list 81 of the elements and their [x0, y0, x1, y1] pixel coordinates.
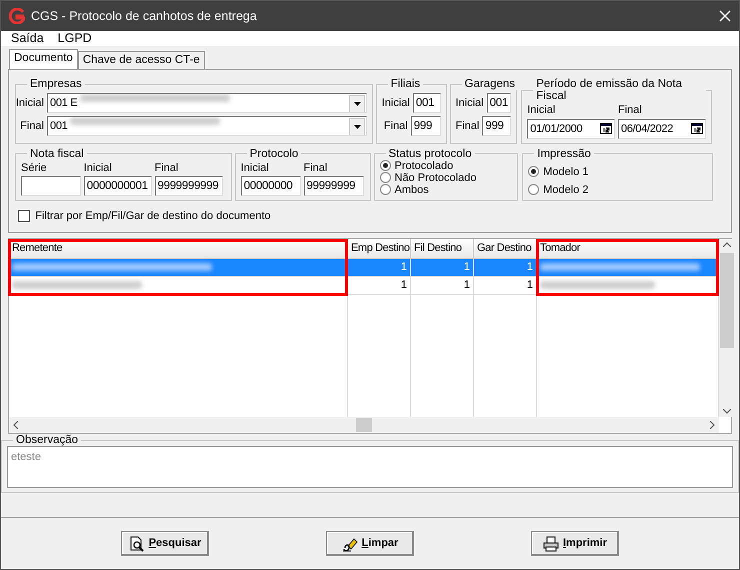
text-field[interactable] — [21, 176, 81, 196]
calendar-icon — [691, 123, 703, 134]
dropdown-field[interactable]: 001 — [47, 116, 367, 136]
radio-button[interactable]: Ambos — [380, 184, 512, 196]
text-field[interactable]: 001 — [486, 93, 510, 113]
field-label: Inicial — [84, 160, 113, 176]
table-cell: 1 — [348, 259, 411, 277]
search-icon — [128, 536, 145, 552]
group-title: Status protocolo — [388, 148, 473, 160]
menu-item[interactable]: Saída — [11, 31, 44, 46]
group-title: Garagens — [464, 78, 516, 90]
text-area: eteste — [7, 446, 733, 488]
horizontal-scrollbar[interactable] — [9, 417, 719, 433]
field-label: Final — [384, 118, 408, 134]
field-value: 001 E — [50, 96, 78, 111]
group-title: Impressão — [536, 148, 592, 160]
group-title: Empresas — [29, 78, 83, 90]
button[interactable]: Imprimir — [531, 531, 619, 556]
group-title: Nota fiscal — [29, 148, 85, 160]
radio-button[interactable]: Modelo 2 — [528, 184, 708, 196]
eraser-icon — [342, 536, 358, 552]
field-label: Final — [304, 160, 328, 176]
radio-button[interactable]: Não Protocolado — [380, 172, 512, 184]
text-field[interactable]: 99999999 — [304, 176, 364, 196]
text-field[interactable]: 001 — [412, 93, 441, 113]
scroll-up-icon — [723, 242, 731, 247]
button[interactable]: Limpar — [326, 531, 414, 556]
group-title: Protocolo — [248, 148, 300, 160]
field-label: Final — [20, 118, 44, 134]
group-title: Período de emissão da Nota Fiscal — [535, 78, 684, 102]
table-cell: 1 — [348, 277, 411, 295]
group-title: Observação — [15, 434, 80, 446]
button[interactable]: Pesquisar — [121, 531, 209, 556]
tab[interactable]: Documento — [9, 49, 78, 69]
table-cell: 1 — [411, 277, 474, 295]
tab[interactable]: Chave de acesso CT-e — [78, 51, 205, 69]
calendar-icon — [600, 123, 612, 134]
field-label: Final — [456, 118, 480, 134]
field-label: Inicial — [240, 160, 270, 176]
vertical-scrollbar[interactable] — [719, 239, 735, 417]
menu-item[interactable]: LGPD — [58, 31, 92, 46]
scroll-down-icon — [723, 409, 731, 414]
table-cell: 1 — [474, 259, 537, 277]
window-title: CGS - Protocolo de canhotos de entrega — [31, 8, 258, 25]
field-label: Inicial — [382, 96, 410, 111]
column-header[interactable]: Gar Destino — [474, 239, 537, 259]
text-field[interactable]: 0000000001 — [84, 176, 152, 196]
radio-button[interactable]: Modelo 1 — [528, 166, 708, 178]
printer-icon — [542, 536, 559, 552]
logo-icon — [9, 8, 25, 24]
dropdown-arrow-icon — [354, 102, 360, 106]
text-field[interactable]: 999 — [482, 116, 510, 136]
field-value: 01/01/2000 — [530, 122, 584, 136]
scroll-right-icon — [710, 421, 715, 429]
group-title: Filiais — [390, 78, 422, 90]
field-label: Inicial — [527, 103, 556, 118]
dropdown-field[interactable]: 001 E — [47, 93, 367, 113]
field-label: Final — [618, 103, 643, 118]
close-button[interactable] — [719, 10, 731, 22]
text-field[interactable]: 9999999999 — [154, 176, 222, 196]
dropdown-arrow-icon — [354, 125, 360, 129]
column-header[interactable]: Emp Destino — [348, 239, 411, 259]
field-value: 001 — [50, 119, 68, 134]
date-field[interactable]: 01/01/2000 — [527, 118, 616, 138]
field-value: 06/04/2022 — [621, 122, 674, 136]
table-cell: 1 — [411, 259, 474, 277]
scroll-thumb[interactable] — [356, 418, 372, 432]
text-field[interactable]: 999 — [410, 116, 441, 136]
date-field[interactable]: 06/04/2022 — [618, 118, 706, 138]
scroll-thumb[interactable] — [720, 253, 734, 348]
checkbox[interactable]: Filtrar por Emp/Fil/Gar de destino do documento — [18, 208, 725, 224]
radio-button[interactable]: Protocolado — [380, 160, 512, 172]
column-header[interactable]: Fil Destino — [411, 239, 474, 259]
field-label: Inicial — [16, 96, 44, 111]
table-cell: 1 — [474, 277, 537, 295]
field-label: Inicial — [456, 96, 484, 111]
text-field[interactable]: 00000000 — [240, 176, 301, 196]
scroll-left-icon — [13, 421, 18, 429]
field-label: Final — [154, 160, 180, 176]
field-label: Série — [21, 160, 48, 176]
close-icon — [719, 10, 731, 22]
